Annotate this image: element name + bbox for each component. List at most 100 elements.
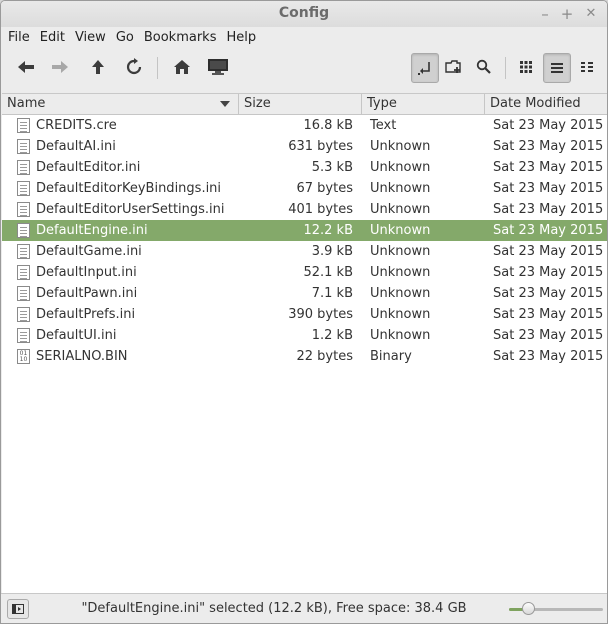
computer-button[interactable] [205, 53, 231, 81]
file-type: Unknown [370, 244, 431, 259]
file-type: Unknown [370, 286, 431, 301]
home-button[interactable] [169, 53, 195, 81]
zoom-slider-handle[interactable] [521, 602, 535, 615]
toolbar-separator [505, 57, 506, 79]
reload-button[interactable] [121, 53, 147, 81]
column-name[interactable]: Name [2, 94, 239, 114]
toolbar [1, 47, 607, 91]
file-name-cell: DefaultEngine.ini [2, 223, 238, 238]
menubar: File Edit View Go Bookmarks Help [1, 27, 607, 47]
file-row[interactable]: DefaultEngine.ini 12.2 kB Unknown Sat 23 Ma… [2, 220, 607, 241]
file-list[interactable]: Name Size Type Date Modified CREDITS.cre… [2, 93, 607, 593]
file-size: 5.3 kB [311, 160, 353, 175]
file-size: 52.1 kB [303, 265, 353, 280]
text-file-icon [17, 118, 30, 133]
new-folder-icon [445, 60, 461, 73]
window-title: Config [278, 5, 330, 21]
column-name-label: Name [7, 96, 46, 111]
text-file-icon [17, 160, 30, 175]
text-file-icon [17, 286, 30, 301]
menu-bookmarks[interactable]: Bookmarks [139, 30, 222, 45]
forward-button[interactable] [47, 53, 73, 81]
file-row[interactable]: DefaultPrefs.ini 390 bytes Unknown Sat 23 M… [2, 304, 607, 325]
file-row[interactable]: DefaultEditor.ini 5.3 kB Unknown Sat 23 May… [2, 157, 607, 178]
file-type: Unknown [370, 181, 431, 196]
menu-file[interactable]: File [3, 30, 35, 45]
file-name: DefaultEngine.ini [36, 223, 148, 238]
menu-help[interactable]: Help [221, 30, 261, 45]
compact-view-button[interactable] [574, 53, 600, 81]
file-row[interactable]: DefaultGame.ini 3.9 kB Unknown Sat 23 May 2… [2, 241, 607, 262]
file-name-cell: DefaultPrefs.ini [2, 307, 238, 322]
file-size: 3.9 kB [311, 244, 353, 259]
icon-view-icon [520, 61, 532, 73]
binary-file-icon: 01 10 [17, 349, 30, 364]
file-date: Sat 23 May 2015 0 [493, 328, 607, 343]
maximize-button[interactable]: + [559, 5, 575, 23]
file-name: DefaultEditor.ini [36, 160, 141, 175]
search-button[interactable] [471, 53, 497, 81]
titlebar[interactable]: Config – + ✕ [1, 1, 607, 27]
toggle-location-icon [418, 62, 430, 75]
computer-icon [208, 59, 228, 75]
file-name: DefaultUI.ini [36, 328, 117, 343]
file-row[interactable]: DefaultInput.ini 52.1 kB Unknown Sat 23 May… [2, 262, 607, 283]
file-type: Unknown [370, 202, 431, 217]
file-name: DefaultEditorKeyBindings.ini [36, 181, 222, 196]
file-name-cell: DefaultEditorUserSettings.ini [2, 202, 238, 217]
file-type: Unknown [370, 307, 431, 322]
file-date: Sat 23 May 2015 0 [493, 223, 607, 238]
file-type: Unknown [370, 160, 431, 175]
file-type: Binary [370, 349, 412, 364]
up-button[interactable] [85, 53, 111, 81]
statusbar: "DefaultEngine.ini" selected (12.2 kB), … [1, 593, 607, 623]
file-name: DefaultPrefs.ini [36, 307, 136, 322]
file-type: Unknown [370, 223, 431, 238]
minimize-button[interactable]: – [537, 5, 553, 23]
icon-view-button[interactable] [513, 53, 539, 81]
zoom-slider[interactable] [509, 602, 603, 615]
back-arrow-icon [18, 61, 34, 73]
menu-go[interactable]: Go [111, 30, 139, 45]
file-row[interactable]: DefaultEditorKeyBindings.ini 67 bytes Unkn… [2, 178, 607, 199]
file-row[interactable]: DefaultAI.ini 631 bytes Unknown Sat 23 May … [2, 136, 607, 157]
column-date[interactable]: Date Modified [485, 94, 607, 114]
file-name: SERIALNO.BIN [36, 349, 128, 364]
column-type[interactable]: Type [362, 94, 485, 114]
file-type: Text [370, 118, 397, 133]
close-button[interactable]: ✕ [583, 6, 599, 21]
file-size: 7.1 kB [311, 286, 353, 301]
file-rows: CREDITS.cre 16.8 kB Text Sat 23 May 2015 0D… [2, 115, 607, 367]
forward-arrow-icon [52, 61, 68, 73]
back-button[interactable] [13, 53, 39, 81]
file-type: Unknown [370, 265, 431, 280]
search-icon [476, 59, 491, 74]
toggle-location-button[interactable] [411, 53, 439, 83]
file-size: 12.2 kB [303, 223, 353, 238]
file-date: Sat 23 May 2015 0 [493, 307, 607, 322]
file-date: Sat 23 May 2015 0 [493, 244, 607, 259]
file-row[interactable]: DefaultEditorUserSettings.ini 401 bytes Un… [2, 199, 607, 220]
file-name: DefaultPawn.ini [36, 286, 138, 301]
column-size[interactable]: Size [239, 94, 362, 114]
file-date: Sat 23 May 2015 0 [493, 118, 607, 133]
file-size: 16.8 kB [303, 118, 353, 133]
file-size: 631 bytes [288, 139, 353, 154]
menu-view[interactable]: View [70, 30, 111, 45]
column-date-label: Date Modified [490, 96, 581, 111]
file-type: Unknown [370, 328, 431, 343]
menu-edit[interactable]: Edit [35, 30, 70, 45]
file-row[interactable]: DefaultUI.ini 1.2 kB Unknown Sat 23 May 201… [2, 325, 607, 346]
file-row[interactable]: CREDITS.cre 16.8 kB Text Sat 23 May 2015 0 [2, 115, 607, 136]
file-name: DefaultAI.ini [36, 139, 116, 154]
list-view-button[interactable] [543, 53, 571, 83]
column-header: Name Size Type Date Modified [2, 94, 607, 115]
column-type-label: Type [367, 96, 397, 111]
file-row[interactable]: DefaultPawn.ini 7.1 kB Unknown Sat 23 May 2… [2, 283, 607, 304]
new-folder-button[interactable] [441, 53, 467, 81]
file-name-cell: CREDITS.cre [2, 118, 238, 133]
file-row[interactable]: 01 10 SERIALNO.BIN 22 bytes Binary Sat 23 May… [2, 346, 607, 367]
file-name-cell: 01 10 SERIALNO.BIN [2, 349, 238, 364]
up-arrow-icon [92, 60, 104, 74]
file-name-cell: DefaultGame.ini [2, 244, 238, 259]
